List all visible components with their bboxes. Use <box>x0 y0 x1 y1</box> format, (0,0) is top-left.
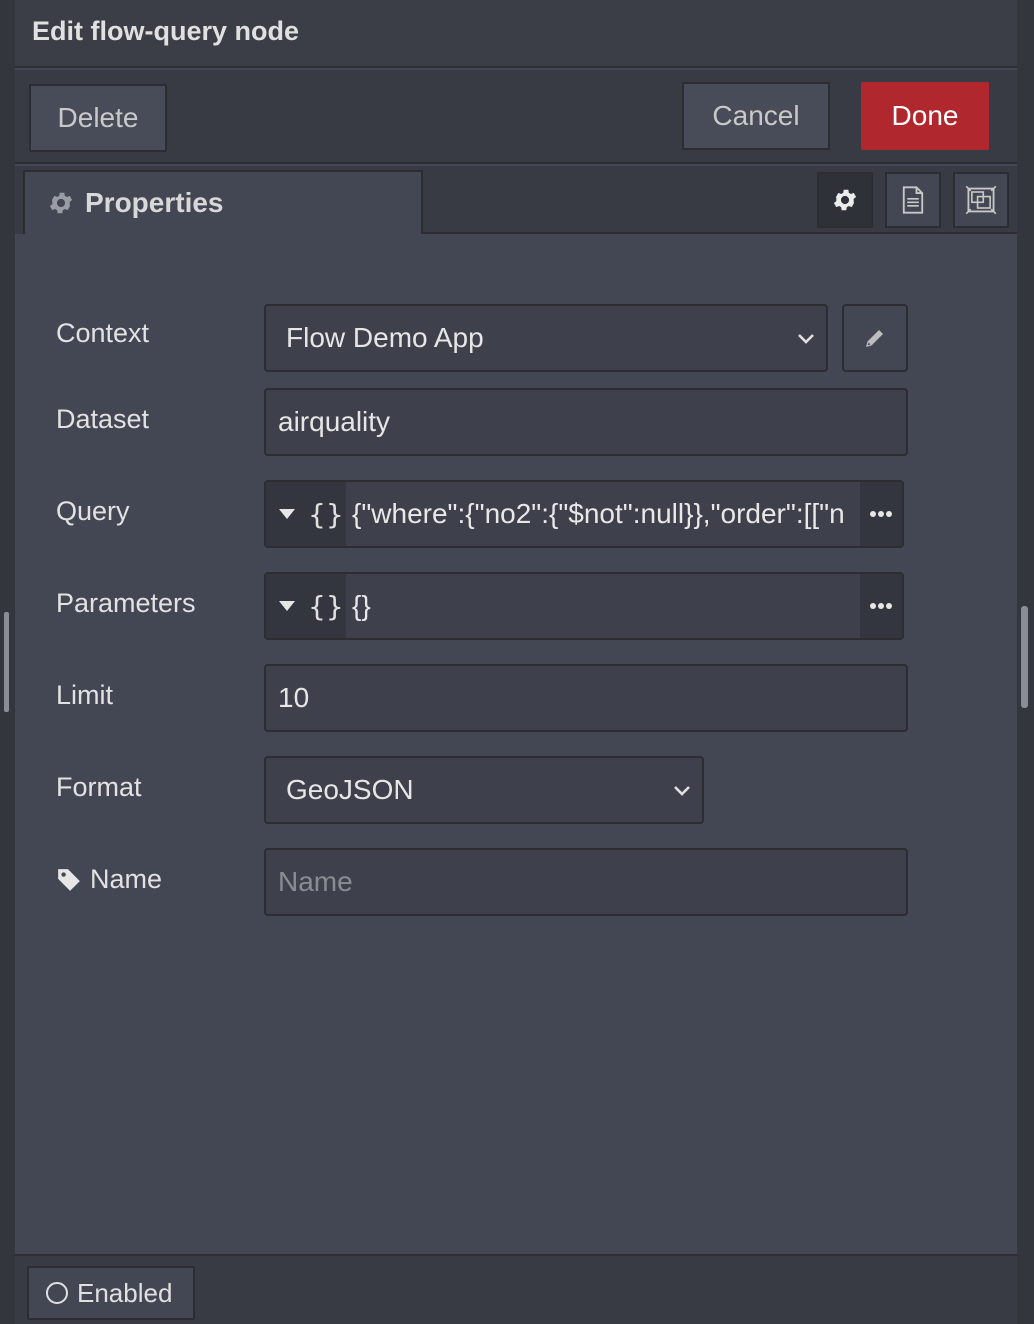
left-resize-handle[interactable] <box>4 612 9 712</box>
appearance-tab-button[interactable] <box>953 172 1009 228</box>
dataset-value: airquality <box>278 406 391 437</box>
caret-down-icon <box>279 601 295 611</box>
query-type-selector[interactable]: {} <box>266 482 346 546</box>
dataset-input[interactable]: airquality <box>264 388 908 456</box>
document-icon <box>902 186 924 214</box>
format-value: GeoJSON <box>286 774 414 805</box>
tray-footer: Enabled <box>15 1254 1017 1324</box>
context-value: Flow Demo App <box>286 322 484 353</box>
circle-icon <box>46 1282 68 1304</box>
parameters-typed-input: {} {} <box>264 572 904 640</box>
settings-tab-button[interactable] <box>817 172 873 228</box>
format-label: Format <box>56 772 142 802</box>
tab-bar-divider <box>421 232 1017 234</box>
layout-icon <box>965 185 997 215</box>
ellipsis-icon <box>870 603 892 609</box>
ellipsis-icon <box>870 511 892 517</box>
right-resize-handle[interactable] <box>1021 606 1028 708</box>
edit-context-button[interactable] <box>842 304 908 372</box>
context-select[interactable]: Flow Demo App <box>264 304 828 372</box>
name-input[interactable] <box>266 850 906 914</box>
tab-properties-label: Properties <box>85 187 224 218</box>
context-label: Context <box>56 318 150 348</box>
tag-icon <box>58 868 80 891</box>
format-select[interactable]: GeoJSON <box>264 756 704 824</box>
json-type-icon: {} <box>308 589 344 623</box>
chevron-down-icon <box>674 786 690 796</box>
tray-header: Edit flow-query node <box>15 0 1017 68</box>
parameters-value[interactable]: {} <box>352 574 862 638</box>
dialog-title: Edit flow-query node <box>32 16 299 46</box>
name-label: Name <box>90 864 163 894</box>
query-value[interactable]: {"where":{"no2":{"$not":null}},"order":[… <box>352 482 862 546</box>
query-label: Query <box>56 496 130 526</box>
tray-toolbar: Delete Cancel Done <box>15 70 1017 164</box>
done-button[interactable]: Done <box>861 82 989 150</box>
tab-bar: Properties <box>15 166 1017 234</box>
limit-value: 10 <box>278 682 310 713</box>
limit-label: Limit <box>56 680 114 710</box>
name-input-wrap <box>264 848 908 916</box>
pencil-icon <box>866 330 883 347</box>
query-expand-button[interactable] <box>860 482 902 546</box>
parameters-label: Parameters <box>56 588 196 618</box>
enabled-label: Enabled <box>77 1277 173 1308</box>
delete-button[interactable]: Delete <box>29 84 167 152</box>
parameters-expand-button[interactable] <box>860 574 902 638</box>
tab-properties[interactable]: Properties <box>23 170 423 234</box>
cancel-button[interactable]: Cancel <box>682 82 830 150</box>
json-type-icon: {} <box>308 497 344 531</box>
description-tab-button[interactable] <box>885 172 941 228</box>
name-label-row: Name <box>56 864 162 895</box>
gear-icon <box>833 189 857 211</box>
parameters-type-selector[interactable]: {} <box>266 574 346 638</box>
chevron-down-icon <box>798 334 814 344</box>
limit-input[interactable]: 10 <box>264 664 908 732</box>
enabled-toggle-button[interactable]: Enabled <box>27 1266 195 1320</box>
query-typed-input: {} {"where":{"no2":{"$not":null}},"order… <box>264 480 904 548</box>
gear-icon <box>49 192 73 214</box>
dataset-label: Dataset <box>56 404 150 434</box>
caret-down-icon <box>279 509 295 519</box>
